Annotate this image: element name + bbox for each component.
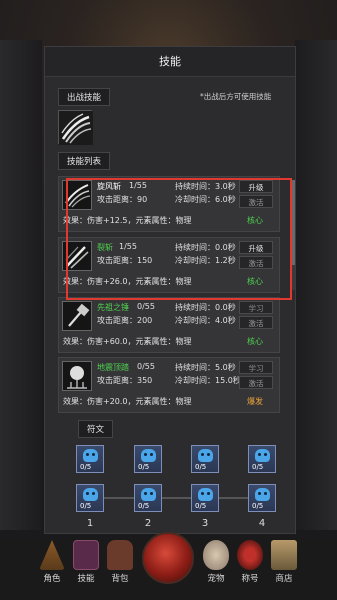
activate-button[interactable]: 激活 <box>239 256 273 269</box>
rune-column-number: 4 <box>258 518 266 529</box>
skill-card[interactable]: 地震顶踏 0/55 攻击距离：350 持续时间：5.0秒 冷却时间：15.0秒 … <box>58 357 280 413</box>
skill-duration: 持续时间：5.0秒 <box>175 363 236 372</box>
skill-icon-ancestor-hammer <box>62 301 92 331</box>
skill-range: 攻击距离：350 <box>97 376 153 385</box>
rune-creature-icon <box>198 449 213 462</box>
rune-connector <box>219 497 248 499</box>
rune-column-number: 1 <box>86 518 94 529</box>
learn-button[interactable]: 学习 <box>239 361 273 374</box>
activate-button[interactable]: 激活 <box>239 195 273 208</box>
skill-card[interactable]: 裂斩 1/55 攻击距离：150 持续时间：0.0秒 冷却时间：1.2秒 升级 … <box>58 237 280 293</box>
equip-hint: *出战后方可使用技能 <box>200 92 272 101</box>
egg-icon <box>203 540 229 570</box>
scrollbar-thumb[interactable] <box>292 180 295 265</box>
nav-item-backpack[interactable]: 背包 <box>100 540 140 584</box>
rune-creature-icon <box>83 488 98 501</box>
gear-badge-icon <box>237 540 263 570</box>
learn-button[interactable]: 学习 <box>239 301 273 314</box>
skill-cooldown: 冷却时间：4.0秒 <box>175 316 236 325</box>
skill-duration: 持续时间：3.0秒 <box>175 182 236 191</box>
skill-name: 裂斩 <box>97 243 113 252</box>
skill-name: 地震顶踏 <box>97 363 129 372</box>
skill-effect: 效果：伤害+20.0，元素属性：物理 <box>63 397 192 406</box>
skill-type-badge: 爆发 <box>247 397 263 406</box>
rune-slot[interactable]: 0/5 <box>248 445 276 473</box>
skill-range: 攻击距离：150 <box>97 256 153 265</box>
nav-item-shop[interactable]: 商店 <box>264 540 304 584</box>
skill-cooldown: 冷却时间：6.0秒 <box>175 195 236 204</box>
skill-type-badge: 核心 <box>247 277 263 286</box>
backpack-icon <box>107 540 133 570</box>
equipped-skills-label: 出战技能 <box>58 88 111 106</box>
rune-slot[interactable]: 0/5 <box>134 445 162 473</box>
skill-icon-cleave <box>62 241 92 271</box>
rune-creature-icon <box>255 449 270 462</box>
skill-level: 1/55 <box>119 242 137 251</box>
skill-effect: 效果：伤害+12.5，元素属性：物理 <box>63 216 192 225</box>
rune-slot[interactable]: 0/5 <box>134 484 162 512</box>
skill-effect: 效果：伤害+26.0，元素属性：物理 <box>63 277 192 286</box>
rune-label: 符文 <box>78 420 114 438</box>
rune-creature-icon <box>83 449 98 462</box>
rune-creature-icon <box>141 449 156 462</box>
skill-range: 攻击距离：90 <box>97 195 148 204</box>
skill-card[interactable]: 先祖之锤 0/55 攻击距离：200 持续时间：0.0秒 冷却时间：4.0秒 学… <box>58 297 280 353</box>
skill-effect: 效果：伤害+60.0，元素属性：物理 <box>63 337 192 346</box>
rune-slot[interactable]: 0/5 <box>191 484 219 512</box>
skill-list-label: 技能列表 <box>58 152 111 170</box>
skill-type-badge: 核心 <box>247 216 263 225</box>
skill-icon-whirlwind <box>62 180 92 210</box>
skill-duration: 持续时间：0.0秒 <box>175 303 236 312</box>
skill-card[interactable]: 旋风斩 1/55 攻击距离：90 持续时间：3.0秒 冷却时间：6.0秒 升级 … <box>58 176 280 232</box>
skill-level: 0/55 <box>137 362 155 371</box>
rune-column-number: 2 <box>144 518 152 529</box>
rune-column-number: 3 <box>201 518 209 529</box>
rune-connector <box>162 497 191 499</box>
main-action-button[interactable] <box>142 532 194 584</box>
skill-range: 攻击距离：200 <box>97 316 153 325</box>
rune-slot[interactable]: 0/5 <box>191 445 219 473</box>
rune-connector <box>104 497 134 499</box>
activate-button[interactable]: 激活 <box>239 376 273 389</box>
modal-title: 技能 <box>45 47 295 77</box>
background-left-panel <box>0 40 42 530</box>
upgrade-button[interactable]: 升级 <box>239 180 273 193</box>
rune-slot[interactable]: 0/5 <box>248 484 276 512</box>
shop-icon <box>271 540 297 570</box>
skill-name: 先祖之锤 <box>97 303 129 312</box>
skill-duration: 持续时间：0.0秒 <box>175 243 236 252</box>
rune-slot[interactable]: 0/5 <box>76 484 104 512</box>
rune-creature-icon <box>141 488 156 501</box>
background-right-panel <box>295 40 337 530</box>
skill-level: 0/55 <box>137 302 155 311</box>
activate-button[interactable]: 激活 <box>239 316 273 329</box>
equipped-skill-slot[interactable] <box>58 110 93 145</box>
skill-type-badge: 核心 <box>247 337 263 346</box>
skill-level: 1/55 <box>129 181 147 190</box>
rune-slot[interactable]: 0/5 <box>76 445 104 473</box>
whirlwind-slash-icon <box>59 111 93 145</box>
tent-icon <box>39 540 65 570</box>
skill-cooldown: 冷却时间：15.0秒 <box>175 376 241 385</box>
skill-icon-earthquake-stomp <box>62 361 92 391</box>
rune-creature-icon <box>198 488 213 501</box>
skill-name: 旋风斩 <box>97 182 121 191</box>
skill-cooldown: 冷却时间：1.2秒 <box>175 256 236 265</box>
upgrade-button[interactable]: 升级 <box>239 241 273 254</box>
skill-book-icon <box>73 540 99 570</box>
rune-creature-icon <box>255 488 270 501</box>
